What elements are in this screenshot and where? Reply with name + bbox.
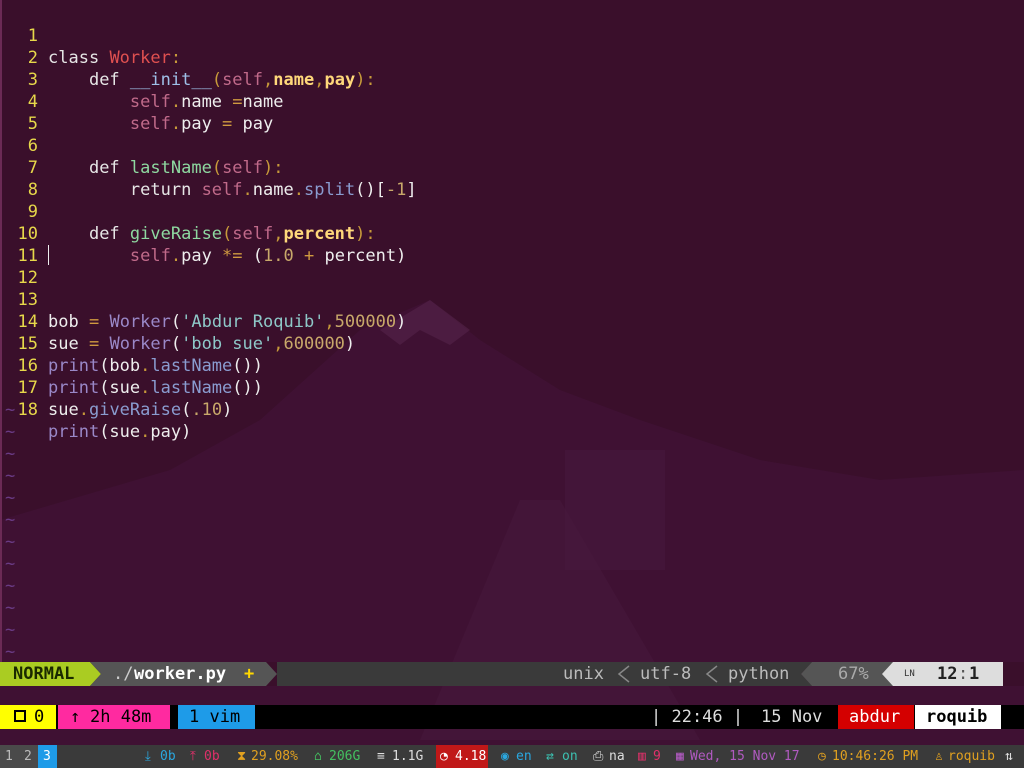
code-text: self.name =name	[129, 92, 284, 112]
code-line-15: 15 print(bob.lastName())	[2, 311, 263, 376]
panel-date: Wed, 15 Nov 17	[690, 749, 800, 764]
tmux-host: roquib	[926, 707, 988, 727]
cursor-column: 1	[969, 664, 980, 684]
vim-statusline: NORMAL ./ worker.py + unix utf-8 python …	[0, 662, 1024, 686]
code-line-5: 5	[2, 91, 43, 134]
file-name: worker.py	[134, 664, 227, 684]
mode-indicator: NORMAL	[13, 664, 75, 684]
code-text: sue = Worker('bob sue',600000)	[48, 334, 356, 354]
code-text: self.pay = pay	[129, 114, 274, 134]
code-line-1: 1 class Worker:	[2, 3, 181, 68]
printer-status: na	[609, 749, 625, 764]
workspace-label: 3	[43, 749, 51, 764]
workspace-label: 2	[24, 749, 32, 764]
home-disk-icon: ⌂	[314, 749, 322, 764]
tmux-status-bar: 0 ↑ 2h 48m 1 vim | 22:46 | 15 Nov abdur …	[0, 705, 1024, 729]
cursor-separator: :	[958, 664, 969, 684]
workspace-3[interactable]: 3	[38, 745, 57, 768]
memory-icon: ≡	[377, 749, 385, 764]
code-line-12: 12	[2, 245, 43, 288]
disk-free: 206G	[329, 749, 361, 764]
code-line-10: 10 self.pay *= (1.0 + percent)	[2, 201, 407, 266]
panel-user: roquib	[948, 749, 995, 764]
code-line-3: 3 self.name =name	[2, 47, 284, 112]
scroll-percent: 67%	[838, 664, 869, 684]
code-text: print(sue.lastName())	[48, 378, 263, 398]
code-text: def lastName(self):	[88, 158, 284, 178]
file-format: unix	[563, 664, 604, 684]
code-text: bob = Worker('Abdur Roquib',500000)	[48, 312, 407, 332]
code-line-17: 17 sue.giveRaise(.10)	[2, 355, 233, 420]
workspace-2[interactable]: 2	[19, 745, 38, 768]
system-panel: 1 2 3 ⤓ 0b ⤒ 0b ⧗ 29.08% ⌂ 206G ≡ 1.1G ◔…	[0, 745, 1024, 768]
tmux-time: | 22:46 |	[651, 707, 744, 727]
load-icon: ◔	[440, 749, 448, 764]
code-line-14: 14 sue = Worker('bob sue',600000)	[2, 289, 356, 354]
code-text: print(bob.lastName())	[48, 356, 263, 376]
workspace-label: 1	[5, 749, 13, 764]
cursor-line: 12	[937, 664, 958, 684]
download-icon: ⤓	[145, 749, 151, 764]
code-line-4: 4 self.pay = pay	[2, 69, 274, 134]
code-line-11: 11	[2, 223, 43, 266]
network-icon: ⇄	[546, 749, 554, 764]
code-text: def __init__(self,name,pay):	[88, 70, 376, 90]
code-line-2: 2 def __init__(self,name,pay):	[2, 25, 376, 90]
line-number-icon: LN	[904, 669, 915, 679]
code-text: sue.giveRaise(.10)	[48, 400, 233, 420]
sync-icon[interactable]: ⇅	[1005, 745, 1013, 768]
session-icon	[14, 710, 26, 722]
workspace-1[interactable]: 1	[0, 745, 19, 768]
code-line-16: 16 print(sue.lastName())	[2, 333, 263, 398]
user-icon: ♙	[935, 749, 943, 764]
code-text: print(sue.pay)	[48, 422, 192, 442]
vim-editor[interactable]: 1 class Worker: 2 def __init__(self,name…	[0, 0, 1024, 662]
globe-icon: ◉	[501, 749, 509, 764]
code-line-7: 7 return self.name.split()[-1]	[2, 135, 417, 200]
tmux-user-segment: abdur	[838, 705, 914, 729]
upload-icon: ⤒	[190, 749, 196, 764]
tmux-date: 15 Nov	[761, 707, 823, 727]
network-status: on	[562, 749, 578, 764]
code-text: class Worker:	[48, 48, 182, 68]
keyboard-language: en	[516, 749, 532, 764]
code-line-8: 8	[2, 157, 43, 200]
modified-indicator: +	[244, 664, 255, 684]
memory-usage: 1.1G	[392, 749, 424, 764]
tmux-window-tab[interactable]: 1 vim	[178, 705, 255, 729]
download-rate: 0b	[160, 749, 176, 764]
code-line-18: 18 print(sue.pay)	[2, 377, 192, 442]
code-line-6: 6 def lastName(self):	[2, 113, 284, 178]
session-count: 0	[34, 707, 45, 727]
trash-count: 9	[653, 749, 661, 764]
load-average: 4.18	[455, 749, 487, 764]
calendar-icon: ▦	[676, 749, 684, 764]
code-line-13: 13 bob = Worker('Abdur Roquib',500000)	[2, 267, 407, 332]
line-number: 18	[17, 400, 38, 420]
window-label: 1 vim	[189, 707, 241, 727]
trash-icon: ▥	[638, 749, 646, 764]
code-line-9: 9 def giveRaise(self,percent):	[2, 179, 376, 244]
tmux-user: abdur	[849, 707, 901, 727]
cpu-icon: ⧗	[237, 749, 247, 764]
text-cursor	[48, 245, 49, 265]
code-text: return self.name.split()[-1]	[129, 180, 417, 200]
tmux-uptime-segment: ↑ 2h 48m	[58, 705, 170, 729]
panel-clock: 10:46:26 PM	[832, 749, 919, 764]
tmux-session-segment[interactable]: 0	[0, 705, 56, 729]
clock-icon: ◷	[818, 749, 826, 764]
code-text: def giveRaise(self,percent):	[88, 224, 376, 244]
cpu-usage: 29.08%	[251, 749, 298, 764]
code-text: self.pay *= (1.0 + percent)	[129, 246, 407, 266]
printer-icon: ⎙	[593, 749, 604, 764]
file-type: python	[728, 664, 790, 684]
uptime-arrow-icon: ↑	[70, 707, 81, 727]
load-segment: ◔ 4.18	[436, 745, 488, 768]
file-encoding: utf-8	[640, 664, 692, 684]
upload-rate: 0b	[204, 749, 220, 764]
tmux-host-segment: roquib	[915, 705, 1001, 729]
file-path-prefix: ./	[113, 664, 134, 684]
uptime-text: 2h 48m	[90, 707, 152, 727]
